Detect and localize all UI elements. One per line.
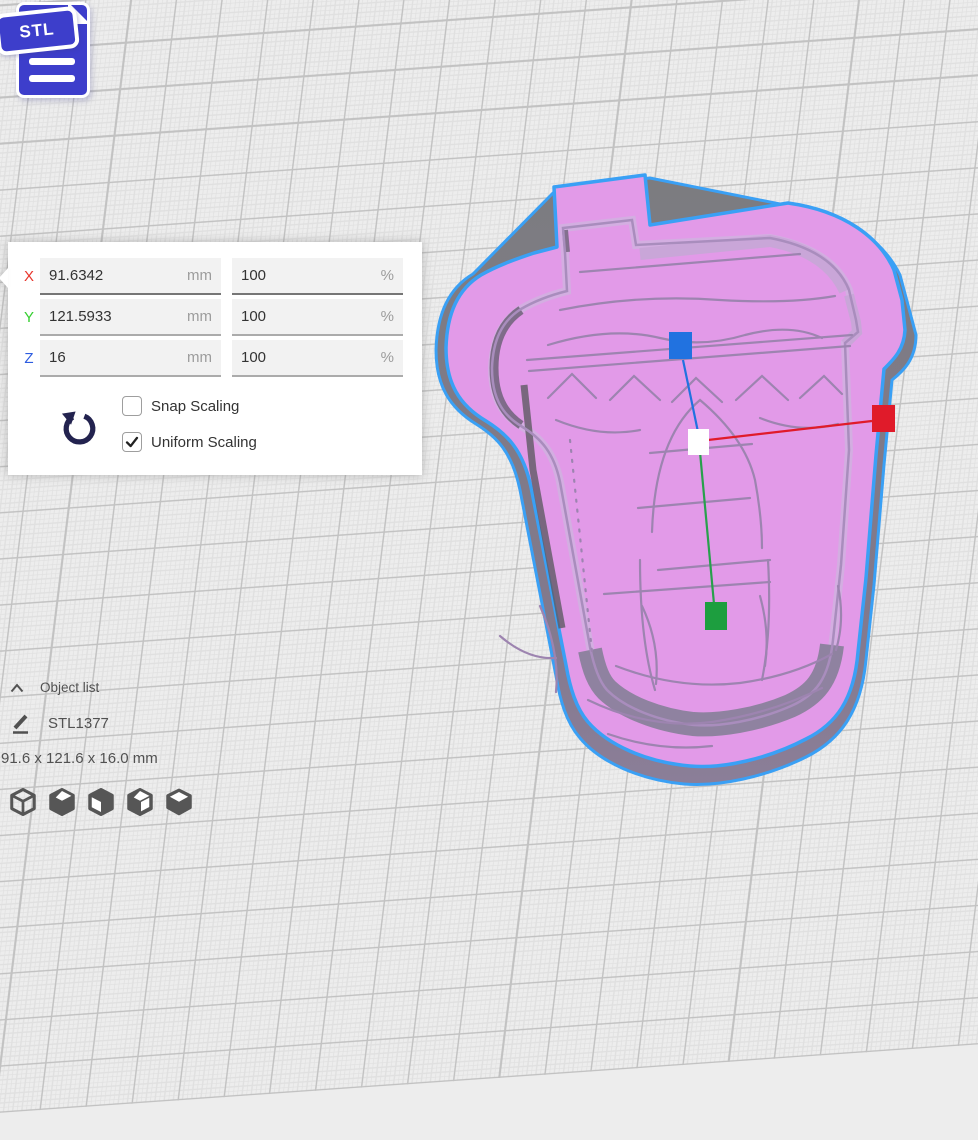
object-list-label: Object list	[40, 680, 99, 695]
scale-y-handle[interactable]	[705, 602, 727, 630]
uniform-scaling-label: Uniform Scaling	[151, 434, 257, 451]
object-list-toggle[interactable]: Object list	[10, 680, 99, 695]
stl-badge: STL	[0, 6, 80, 56]
view-front-button[interactable]	[47, 787, 77, 817]
snap-scaling-checkbox[interactable]	[122, 396, 142, 416]
cube-front-highlight-icon	[86, 787, 116, 817]
view-right-button[interactable]	[164, 787, 194, 817]
model-canvas[interactable]	[420, 150, 955, 820]
uniform-scaling-row: Uniform Scaling	[122, 431, 257, 453]
scale-y-mm-input[interactable]	[40, 299, 221, 334]
scale-x-mm-input[interactable]	[40, 258, 221, 293]
view-3d-button[interactable]	[8, 787, 38, 817]
scale-row-z: Z mm %	[8, 340, 422, 377]
cube-top-highlight-icon	[47, 787, 77, 817]
scale-center-handle[interactable]	[688, 429, 709, 455]
scale-z-handle[interactable]	[669, 332, 692, 359]
reset-rotate-icon	[56, 408, 98, 450]
view-left-button[interactable]	[125, 787, 155, 817]
scale-x-percent-input[interactable]	[232, 258, 403, 293]
checkmark-icon	[123, 433, 141, 451]
chevron-up-icon	[10, 683, 24, 693]
object-name: STL1377	[48, 715, 109, 732]
axis-y-label: Y	[18, 299, 40, 336]
snap-scaling-label: Snap Scaling	[151, 398, 239, 415]
object-list-item[interactable]: STL1377	[10, 712, 109, 734]
scale-z-mm-input[interactable]	[40, 340, 221, 375]
scale-x-handle[interactable]	[872, 405, 895, 432]
model-dimensions: 91.6 x 121.6 x 16.0 mm	[1, 750, 158, 767]
scale-z-percent-input[interactable]	[232, 340, 403, 375]
axis-z-label: Z	[18, 340, 40, 377]
view-top-button[interactable]	[86, 787, 116, 817]
pencil-icon	[10, 712, 32, 734]
scale-y-percent-input[interactable]	[232, 299, 403, 334]
axis-x-label: X	[18, 258, 40, 295]
reset-scale-button[interactable]	[56, 408, 98, 450]
cube-side-highlight-icon	[125, 787, 155, 817]
cube-topview-highlight-icon	[164, 787, 194, 817]
panel-pointer	[0, 268, 8, 288]
snap-scaling-row: Snap Scaling	[122, 395, 239, 417]
cube-wireframe-icon	[8, 787, 38, 817]
scale-row-y: Y mm %	[8, 299, 422, 336]
uniform-scaling-checkbox[interactable]	[122, 432, 142, 452]
scale-tool-panel: X mm % Y mm % Z mm %	[8, 242, 422, 475]
scale-row-x: X mm %	[8, 258, 422, 295]
view-toolbar	[8, 787, 194, 817]
stl-file-icon: STL	[0, 0, 96, 102]
